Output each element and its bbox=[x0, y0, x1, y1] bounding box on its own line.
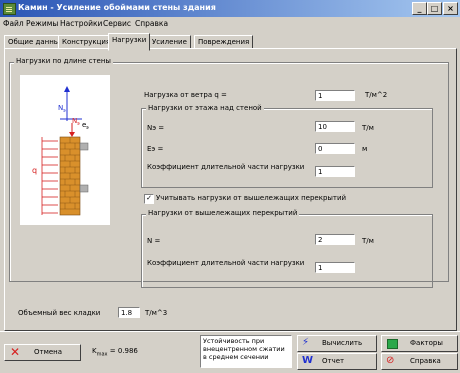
calculate-icon: ⚡ bbox=[302, 337, 310, 348]
diagram-sub-n-blue: э bbox=[63, 108, 66, 114]
floor-k-input[interactable]: 1 bbox=[315, 166, 355, 177]
title-bar: Камин - Усиление обоймами стены здания _… bbox=[0, 0, 460, 17]
diagram-sub-n-red: э bbox=[77, 121, 80, 127]
menu-settings[interactable]: Настройки bbox=[60, 19, 102, 28]
slab-top bbox=[79, 142, 89, 151]
help-button-label: Справка bbox=[410, 357, 441, 365]
k-max-label: Kmax = 0.986 bbox=[92, 347, 138, 357]
upper-n-label: N = bbox=[147, 237, 161, 245]
menu-service[interactable]: Сервис bbox=[103, 19, 131, 28]
k-max-subscript: max bbox=[96, 351, 108, 358]
upper-floors-group bbox=[141, 214, 433, 288]
tab-loads[interactable]: Нагрузки bbox=[108, 33, 151, 51]
k-max-equals: = bbox=[107, 347, 118, 355]
window-title: Камин - Усиление обоймами стены здания bbox=[18, 3, 216, 12]
factors-button-label: Факторы bbox=[410, 339, 443, 347]
floor-e-unit: м bbox=[362, 145, 368, 153]
cancel-x-icon: ✕ bbox=[10, 345, 21, 359]
floor-n-label: Nэ = bbox=[147, 124, 165, 132]
factors-button[interactable]: Факторы bbox=[381, 335, 458, 352]
cancel-button-label: Отмена bbox=[34, 348, 63, 356]
brick-wall bbox=[59, 136, 81, 216]
upper-n-unit: Т/м bbox=[362, 237, 374, 245]
floor-n-unit: Т/м bbox=[362, 124, 374, 132]
k-max-value: 0.986 bbox=[117, 347, 138, 355]
menu-help[interactable]: Справка bbox=[135, 19, 168, 28]
upper-n-input[interactable]: 2 bbox=[315, 234, 355, 245]
help-icon: ⊘ bbox=[386, 355, 395, 366]
calculate-button-label: Вычислить bbox=[322, 339, 363, 347]
menu-modes[interactable]: Режимы bbox=[26, 19, 58, 28]
cancel-button[interactable]: ✕ Отмена bbox=[4, 344, 81, 361]
help-button[interactable]: ⊘ Справка bbox=[381, 353, 458, 370]
masonry-density-input[interactable]: 1.8 bbox=[118, 307, 140, 318]
wind-load-label: Нагрузка от ветра q = bbox=[144, 91, 227, 99]
upper-k-input[interactable]: 1 bbox=[315, 262, 355, 273]
report-icon: W bbox=[302, 355, 314, 366]
account-upper-floors-label: Учитывать нагрузки от вышележащих перекр… bbox=[156, 194, 347, 202]
close-button[interactable]: × bbox=[443, 2, 458, 15]
wind-load-unit: Т/м^2 bbox=[365, 91, 388, 99]
diagram-sub-e: э bbox=[86, 125, 89, 131]
slab-bottom bbox=[79, 184, 89, 193]
factors-icon bbox=[387, 339, 398, 349]
status-message: Устойчивость при внецентренном сжатии в … bbox=[200, 335, 292, 368]
wall-diagram: N N e q э э э bbox=[20, 75, 110, 225]
wall-diagram-svg: N N e q э э э bbox=[32, 86, 89, 216]
floor-loads-group-title: Нагрузки от этажа над стеной bbox=[146, 104, 264, 112]
report-button[interactable]: W Отчет bbox=[297, 353, 377, 370]
wind-load-input[interactable]: 1 bbox=[315, 90, 355, 101]
wall-loads-group-title: Нагрузки по длине стены bbox=[14, 57, 113, 65]
maximize-button[interactable]: □ bbox=[427, 2, 442, 15]
floor-n-input[interactable]: 10 bbox=[315, 121, 355, 132]
floor-e-input[interactable]: 0 bbox=[315, 143, 355, 154]
floor-k-label: Коэффициент длительной части нагрузки bbox=[147, 163, 305, 171]
upper-floors-group-title: Нагрузки от вышележащих перекрытий bbox=[146, 209, 300, 217]
floor-loads-group bbox=[141, 108, 433, 188]
floor-e-label: Eэ = bbox=[147, 145, 164, 153]
calculate-button[interactable]: ⚡ Вычислить bbox=[297, 335, 377, 352]
account-upper-floors-checkbox[interactable]: ✓ bbox=[144, 194, 154, 204]
masonry-density-label: Объемный вес кладки bbox=[18, 309, 101, 317]
upper-k-label: Коэффициент длительной части нагрузки bbox=[147, 259, 305, 267]
app-icon bbox=[3, 3, 16, 15]
wind-load-arrows bbox=[41, 137, 58, 215]
minimize-button[interactable]: _ bbox=[412, 2, 427, 15]
masonry-density-unit: Т/м^3 bbox=[145, 309, 168, 317]
report-button-label: Отчет bbox=[322, 357, 345, 365]
diagram-label-q: q bbox=[32, 166, 37, 175]
menu-file[interactable]: Файл bbox=[3, 19, 24, 28]
